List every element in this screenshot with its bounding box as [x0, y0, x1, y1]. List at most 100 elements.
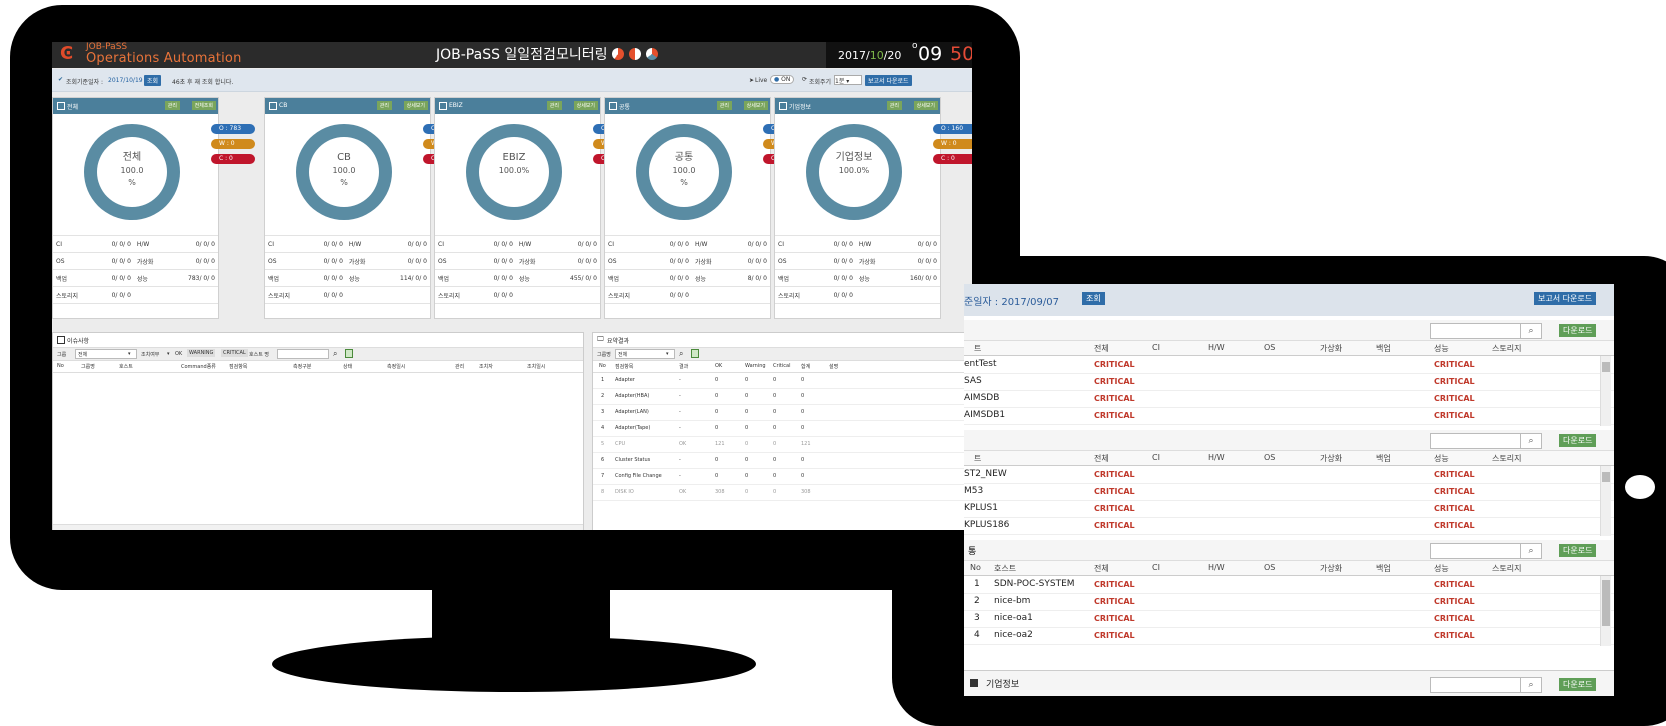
- donut-chart: CB 100.0%: [296, 124, 392, 220]
- excel-icon[interactable]: [345, 349, 353, 358]
- tablet-query-button[interactable]: 조회: [1082, 292, 1105, 305]
- critical-count-badge: C : 0: [211, 154, 255, 164]
- interval-select[interactable]: 1분 ▾: [834, 75, 862, 85]
- summary-cell: 0: [801, 377, 805, 383]
- tablet-download-button[interactable]: 다운로드: [1559, 678, 1597, 691]
- summary-table-row[interactable]: 2 Adapter(HBA) - 0 0 0 0: [593, 389, 972, 405]
- clock-hour: 09: [918, 43, 943, 65]
- scrollbar-thumb[interactable]: [1602, 362, 1610, 372]
- tablet-table-row[interactable]: 2 nice-bm CRITICAL CRITICAL: [964, 593, 1614, 611]
- expand-icon[interactable]: [609, 102, 617, 110]
- date-value[interactable]: 2017/10/19: [108, 77, 143, 84]
- vertical-scrollbar[interactable]: [1600, 576, 1611, 646]
- summary-cell: -: [679, 393, 681, 399]
- manage-button[interactable]: 관리: [716, 101, 732, 110]
- tablet-table-row[interactable]: SAS CRITICAL CRITICAL: [964, 373, 1614, 391]
- summary-cell: 0: [715, 377, 719, 383]
- search-icon[interactable]: ⌕: [679, 349, 683, 359]
- detail-button[interactable]: 상세보기: [913, 101, 938, 110]
- status-critical: CRITICAL: [1434, 377, 1475, 386]
- summary-cell: 308: [715, 489, 725, 495]
- card-title: EBIZ: [449, 102, 463, 109]
- tablet-report-button[interactable]: 보고서 다운로드: [1534, 292, 1597, 305]
- summary-cell: -: [679, 473, 681, 479]
- tablet-download-button[interactable]: 다운로드: [1559, 544, 1597, 557]
- tablet-date-label[interactable]: 준일자 : 2017/09/07: [964, 293, 1059, 308]
- summary-cell: 7: [601, 473, 605, 479]
- summary-table-row[interactable]: 6 Cluster Status - 0 0 0 0: [593, 453, 972, 469]
- query-button[interactable]: 조회: [144, 75, 162, 86]
- summary-cell: 0: [801, 393, 805, 399]
- donut-label: CB: [337, 152, 351, 163]
- checkbox-icon[interactable]: [57, 336, 65, 344]
- tablet-table-row[interactable]: entTest CRITICAL CRITICAL: [964, 356, 1614, 374]
- detail-button[interactable]: 상세보기: [743, 101, 768, 110]
- manage-button[interactable]: 관리: [546, 101, 562, 110]
- tablet-table-row[interactable]: 1 SDN-POC-SYSTEM CRITICAL CRITICAL: [964, 576, 1614, 594]
- status-critical: CRITICAL: [1434, 597, 1475, 606]
- group-select[interactable]: 전체 ▾: [75, 349, 137, 359]
- search-icon[interactable]: ⌕: [1520, 434, 1541, 448]
- summary-table-row[interactable]: 7 Config File Change - 0 0 0 0: [593, 469, 972, 485]
- tablet-grid-header: No 호스트 전체 CI H/W OS 가상화 백업 성능 스토리지: [964, 561, 1614, 576]
- host-name: SDN-POC-SYSTEM: [994, 579, 1075, 589]
- expand-icon[interactable]: [57, 102, 65, 110]
- detail-button[interactable]: 상세보기: [403, 101, 428, 110]
- horizontal-scrollbar[interactable]: [53, 524, 583, 530]
- manage-button[interactable]: 관리: [376, 101, 392, 110]
- tablet-table-row[interactable]: AIMSDB CRITICAL CRITICAL: [964, 390, 1614, 408]
- tablet-search-input[interactable]: ⌕: [1430, 677, 1542, 693]
- summary-table-row[interactable]: 5 CPU OK 121 0 0 121: [593, 437, 972, 453]
- expand-icon[interactable]: [439, 102, 447, 110]
- issues-grid-header: No 그룹명 호스트 Command종류 점검항목 측정구분 상태 측정일시 관…: [53, 361, 583, 373]
- search-icon[interactable]: ⌕: [1520, 324, 1541, 338]
- excel-icon[interactable]: [691, 349, 699, 358]
- vertical-scrollbar[interactable]: [1600, 466, 1611, 536]
- live-toggle[interactable]: ● ON: [770, 75, 795, 84]
- scrollbar-thumb[interactable]: [1602, 472, 1610, 482]
- tablet-search-input[interactable]: ⌕: [1430, 323, 1542, 339]
- tablet-table-row[interactable]: 3 nice-oa1 CRITICAL CRITICAL: [964, 610, 1614, 628]
- search-icon[interactable]: ⌕: [1520, 678, 1541, 692]
- summary-cell: 0: [773, 409, 777, 415]
- tablet-table-row[interactable]: M53 CRITICAL CRITICAL: [964, 483, 1614, 501]
- expand-icon[interactable]: [779, 102, 787, 110]
- tablet-table-row[interactable]: 4 nice-oa2 CRITICAL CRITICAL: [964, 627, 1614, 645]
- tablet-table-row[interactable]: KPLUS1 CRITICAL CRITICAL: [964, 500, 1614, 518]
- donut-value: 100.0: [120, 166, 144, 175]
- tablet-table-row[interactable]: KPLUS186 CRITICAL CRITICAL: [964, 517, 1614, 535]
- pie-chart-icon: [646, 48, 658, 60]
- tablet-download-button[interactable]: 다운로드: [1559, 434, 1597, 447]
- scrollbar-thumb[interactable]: [1602, 580, 1610, 626]
- manage-button[interactable]: 관리: [164, 101, 180, 110]
- summary-cell: 0: [715, 409, 719, 415]
- tablet-search-input[interactable]: ⌕: [1430, 433, 1542, 449]
- filter-critical[interactable]: CRITICAL: [221, 349, 248, 357]
- filter-ok[interactable]: OK: [175, 351, 182, 357]
- vertical-scrollbar[interactable]: [1600, 356, 1611, 426]
- detail-button[interactable]: 상세보기: [573, 101, 598, 110]
- expand-icon[interactable]: [269, 102, 277, 110]
- tablet-search-input[interactable]: ⌕: [1430, 543, 1542, 559]
- tablet-table-row[interactable]: ST2_NEW CRITICAL CRITICAL: [964, 466, 1614, 484]
- summary-cell: -: [679, 425, 681, 431]
- summary-cell: 0: [801, 457, 805, 463]
- summary-table-row[interactable]: 8 DISK IO OK 308 0 0 308: [593, 485, 972, 501]
- summary-table-row[interactable]: 4 Adapter(Tape) - 0 0 0 0: [593, 421, 972, 437]
- summary-table-row[interactable]: 3 Adapter(LAN) - 0 0 0 0: [593, 405, 972, 421]
- summary-grid-header: No 점검항목 결과 OK Warning Critical 합계 설명: [593, 361, 972, 373]
- summary-table-row[interactable]: 1 Adapter - 0 0 0 0: [593, 373, 972, 389]
- report-download-button[interactable]: 보고서 다운로드: [865, 75, 912, 86]
- action-status-select[interactable]: 조치여부: [141, 351, 159, 358]
- search-icon[interactable]: ⌕: [333, 349, 337, 359]
- checkbox-icon[interactable]: [970, 679, 978, 687]
- summary-result-panel: 🖵 요약결과 그룹명 전체 ▾ ⌕ No 점검항목 결과 OK Warning C…: [592, 332, 972, 530]
- detail-button[interactable]: 전체조회: [191, 101, 216, 110]
- tablet-download-button[interactable]: 다운로드: [1559, 324, 1597, 337]
- search-icon[interactable]: ⌕: [1520, 544, 1541, 558]
- manage-button[interactable]: 관리: [886, 101, 902, 110]
- filter-warning[interactable]: WARNING: [187, 349, 216, 357]
- host-search-input[interactable]: [277, 349, 329, 359]
- group-select[interactable]: 전체 ▾: [615, 349, 675, 359]
- tablet-table-row[interactable]: AIMSDB1 CRITICAL CRITICAL: [964, 407, 1614, 425]
